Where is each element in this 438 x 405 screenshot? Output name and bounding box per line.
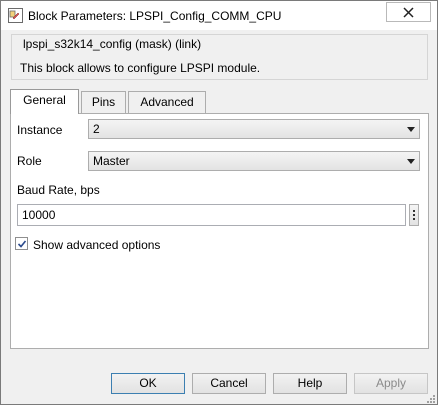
show-advanced-label[interactable]: Show advanced options — [33, 238, 160, 252]
tab-advanced[interactable]: Advanced — [128, 91, 206, 113]
more-dots-icon-dot — [413, 214, 415, 216]
simulink-block-icon — [8, 8, 23, 23]
role-dropdown[interactable]: Master — [88, 151, 420, 171]
show-advanced-checkbox[interactable] — [15, 237, 28, 250]
role-value: Master — [93, 154, 130, 168]
apply-button[interactable]: Apply — [354, 373, 428, 394]
instance-value: 2 — [93, 122, 100, 136]
cancel-button[interactable]: Cancel — [192, 373, 266, 394]
mask-group-title: lpspi_s32k14_config (mask) (link) — [21, 37, 204, 51]
instance-label: Instance — [17, 123, 63, 137]
chevron-down-icon — [407, 127, 415, 132]
chevron-down-icon — [407, 159, 415, 164]
general-tab-panel — [10, 113, 429, 349]
baud-rate-options-button[interactable] — [409, 204, 419, 226]
block-parameters-dialog: Block Parameters: LPSPI_Config_COMM_CPU … — [0, 0, 438, 405]
more-dots-icon-dot — [413, 218, 415, 220]
role-label: Role — [17, 154, 42, 168]
checkmark-icon — [17, 240, 27, 248]
tab-general[interactable]: General — [10, 89, 79, 114]
tab-pins[interactable]: Pins — [81, 91, 126, 113]
close-button[interactable] — [386, 2, 431, 22]
help-button[interactable]: Help — [273, 373, 347, 394]
title-bar[interactable]: Block Parameters: LPSPI_Config_COMM_CPU — [1, 1, 437, 30]
window-title: Block Parameters: LPSPI_Config_COMM_CPU — [28, 9, 282, 23]
mask-description: This block allows to configure LPSPI mod… — [20, 61, 261, 75]
instance-dropdown[interactable]: 2 — [88, 119, 420, 139]
baud-rate-input[interactable]: 10000 — [17, 204, 406, 226]
close-icon — [403, 7, 414, 18]
more-dots-icon — [413, 210, 415, 212]
ok-button[interactable]: OK — [111, 373, 185, 394]
baud-rate-label: Baud Rate, bps — [17, 183, 100, 197]
resize-grip-icon[interactable] — [426, 394, 436, 404]
